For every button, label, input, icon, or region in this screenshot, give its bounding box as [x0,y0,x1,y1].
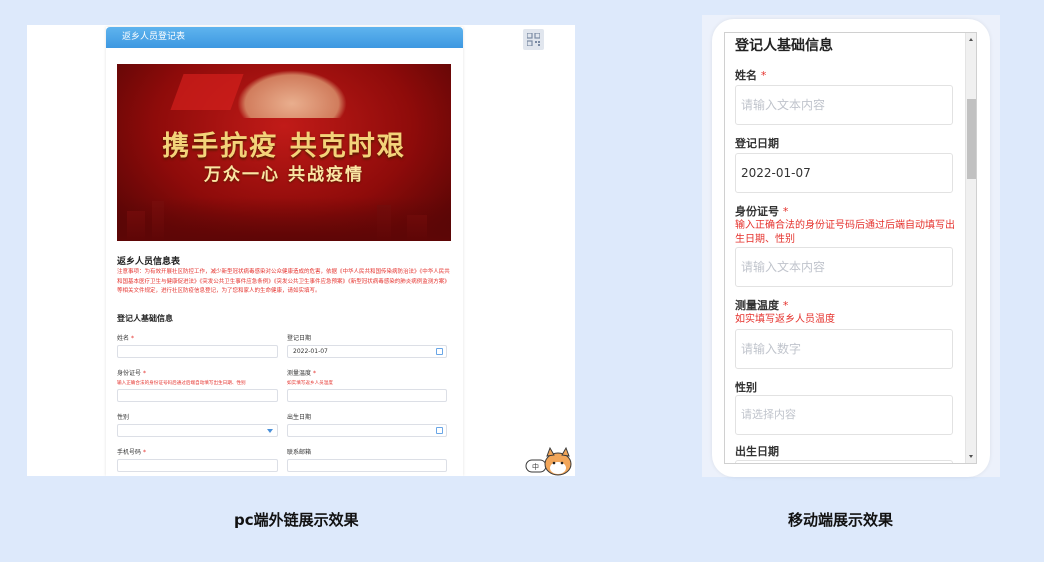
id-input[interactable] [117,389,278,402]
mobile-id-label: 身份证号 * [735,205,789,218]
name-label: 姓名 * [117,335,134,342]
scroll-up-icon[interactable] [969,38,973,41]
banner-city [117,197,451,241]
mobile-id-input[interactable]: 请输入文本内容 [735,247,953,287]
form-header: 返乡人员登记表 [106,27,463,48]
form-title: 返乡人员信息表 [117,257,181,267]
scrollbar[interactable] [965,33,976,463]
phone-screen: 登记人基础信息 姓名 * 请输入文本内容 登记日期 2022-01-07 身份证… [724,32,977,464]
phone-input[interactable] [117,459,278,472]
calendar-icon[interactable] [436,427,443,434]
banner-subheadline: 万众一心 共战疫情 [204,165,364,185]
mobile-caption: 移动端展示效果 [788,511,894,529]
calendar-icon[interactable] [436,348,443,355]
mobile-reg-date-input[interactable]: 2022-01-07 [735,153,953,193]
temp-label: 测量温度 * [287,370,316,377]
mobile-id-hint: 输入正确合法的身份证号码后通过后端自动填写出生日期、性别 [735,220,955,245]
mobile-section-title: 登记人基础信息 [735,38,833,54]
mobile-birth-input[interactable] [735,460,953,463]
gender-label: 性别 [117,414,130,421]
pc-form-window: 返乡人员登记表 携手抗疫 共克时艰 万众一心 共战疫情 返乡人员信息表 注意事项… [106,27,463,476]
mobile-birth-label: 出生日期 [735,445,779,458]
pc-caption: pc端外链展示效果 [234,511,359,529]
mobile-temp-input[interactable]: 请输入数字 [735,329,953,369]
mobile-gender-select[interactable]: 请选择内容 [735,395,953,435]
pc-preview-panel: 返乡人员登记表 携手抗疫 共克时艰 万众一心 共战疫情 返乡人员信息表 注意事项… [27,25,575,476]
banner-headline: 携手抗疫 共克时艰 [162,131,406,162]
mobile-reg-date-label: 登记日期 [735,137,779,150]
banner-flag [170,74,244,110]
mascot-icon[interactable]: 中 [524,446,574,476]
reg-date-input[interactable]: 2022-01-07 [287,345,447,358]
email-label: 联系邮箱 [287,449,312,456]
form-notice: 注意事项：为有效开展社区防控工作，减少新型冠状病毒感染对公众健康造成的危害，依据… [117,269,450,294]
temp-input[interactable] [287,389,447,402]
temp-hint: 如实填写返乡人员温度 [287,381,333,386]
reg-date-label: 登记日期 [287,335,312,342]
gender-select[interactable] [117,424,278,437]
banner-image: 携手抗疫 共克时艰 万众一心 共战疫情 [117,64,451,241]
id-hint: 输入正确合法的身份证号码后通过后端自动填写出生日期、性别 [117,381,246,386]
phone-frame: 登记人基础信息 姓名 * 请输入文本内容 登记日期 2022-01-07 身份证… [712,19,990,477]
mobile-gender-label: 性别 [735,381,757,394]
mobile-name-input[interactable]: 请输入文本内容 [735,85,953,125]
mobile-temp-label: 测量温度 * [735,299,789,312]
banner-hands [237,70,347,118]
birth-input[interactable] [287,424,447,437]
name-input[interactable] [117,345,278,358]
phone-label: 手机号码 * [117,449,146,456]
svg-text:中: 中 [532,462,539,471]
mobile-preview-panel: 登记人基础信息 姓名 * 请输入文本内容 登记日期 2022-01-07 身份证… [702,15,1000,477]
section-title: 登记人基础信息 [117,314,173,323]
birth-label: 出生日期 [287,414,312,421]
scroll-down-icon[interactable] [969,455,973,458]
mobile-name-label: 姓名 * [735,69,767,82]
chevron-down-icon[interactable] [267,429,273,433]
id-label: 身份证号 * [117,370,146,377]
scrollbar-thumb[interactable] [967,99,976,179]
mobile-temp-hint: 如实填写返乡人员温度 [735,314,835,325]
email-input[interactable] [287,459,447,472]
qr-code-icon[interactable] [523,29,544,50]
